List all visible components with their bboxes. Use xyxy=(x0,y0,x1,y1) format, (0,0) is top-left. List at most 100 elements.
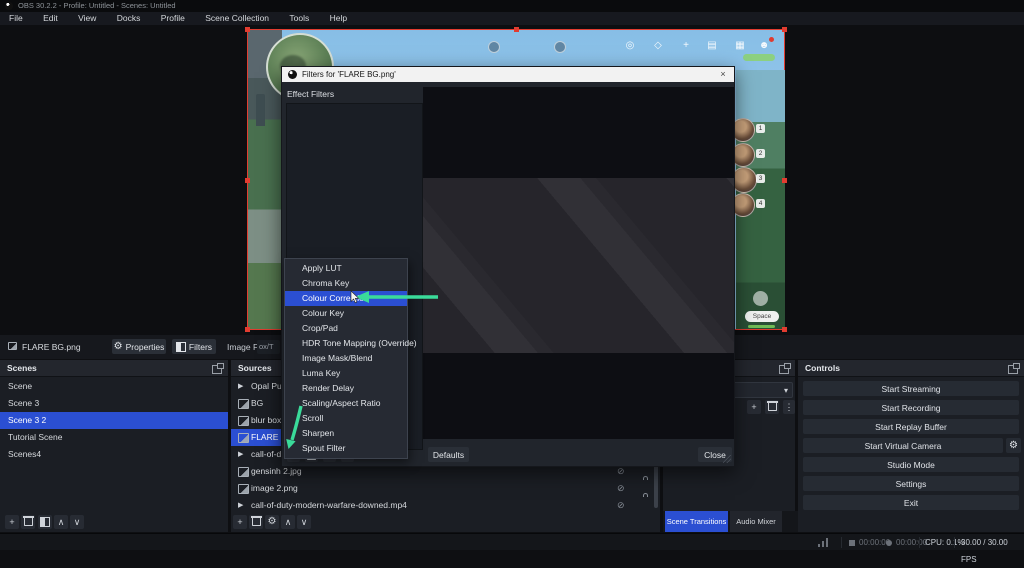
filters-button[interactable]: Filters xyxy=(172,339,216,354)
studio-mode-button[interactable]: Studio Mode xyxy=(803,457,1019,472)
filter-icon xyxy=(40,517,50,527)
menu-item-spout-filter[interactable]: Spout Filter xyxy=(285,441,407,456)
menu-item-luma-key[interactable]: Luma Key xyxy=(285,366,407,381)
image-icon xyxy=(238,399,249,409)
party-slot-number: 4 xyxy=(756,199,765,208)
menu-item-scroll[interactable]: Scroll xyxy=(285,411,407,426)
menu-item-sharpen[interactable]: Sharpen xyxy=(285,426,407,441)
visibility-off-icon[interactable]: ⊘ xyxy=(617,484,625,493)
game-currency-pill xyxy=(743,54,775,61)
menu-item-hdr-tone-mapping[interactable]: HDR Tone Mapping (Override) xyxy=(285,336,417,351)
scrollbar[interactable] xyxy=(654,460,658,508)
scene-row[interactable]: Scene 3 xyxy=(0,395,228,412)
connection-bars-icon xyxy=(818,538,830,547)
scene-row[interactable]: Scenes4 xyxy=(0,446,228,463)
menu-item-chroma-key[interactable]: Chroma Key xyxy=(285,276,407,291)
menu-item-render-delay[interactable]: Render Delay xyxy=(285,381,407,396)
source-row[interactable]: image 2.png ⊘ xyxy=(231,480,660,497)
move-source-down-button[interactable]: ∨ xyxy=(297,515,311,529)
menu-tools[interactable]: Tools xyxy=(280,12,318,25)
notification-badge xyxy=(769,37,774,42)
defaults-button[interactable]: Defaults xyxy=(428,447,469,462)
filter-icon xyxy=(175,341,186,352)
transition-menu-button[interactable]: ⋮ xyxy=(783,400,795,414)
menu-item-crop-pad[interactable]: Crop/Pad xyxy=(285,321,407,336)
fps-indicator: 30.00 / 30.00 FPS xyxy=(961,538,1008,564)
menu-file[interactable]: File xyxy=(0,12,32,25)
gear-icon: ⚙ xyxy=(1009,439,1018,451)
move-source-up-button[interactable]: ∧ xyxy=(281,515,295,529)
remove-scene-button[interactable] xyxy=(21,515,35,529)
source-row[interactable]: ▶ call-of-duty-modern-warfare-downed.mp4 … xyxy=(231,497,660,514)
scene-row-selected[interactable]: Scene 3 2 xyxy=(0,412,228,429)
tab-audio-mixer[interactable]: Audio Mixer xyxy=(730,511,782,532)
start-recording-button[interactable]: Start Recording xyxy=(803,400,1019,415)
menu-view[interactable]: View xyxy=(69,12,105,25)
resize-handle-mid-right[interactable] xyxy=(782,178,787,183)
scene-filters-button[interactable] xyxy=(38,515,52,529)
start-virtual-camera-button[interactable]: Start Virtual Camera xyxy=(803,438,1003,453)
menu-docks[interactable]: Docks xyxy=(108,12,150,25)
resize-grip[interactable] xyxy=(723,455,731,463)
menu-item-scaling-aspect-ratio[interactable]: Scaling/Aspect Ratio xyxy=(285,396,407,411)
source-properties-button[interactable]: ⚙ xyxy=(265,515,279,529)
filters-label: Filters xyxy=(188,341,213,352)
add-source-button[interactable]: + xyxy=(233,515,247,529)
exit-button[interactable]: Exit xyxy=(803,495,1019,510)
image-icon xyxy=(238,484,249,494)
dialog-titlebar[interactable]: Filters for 'FLARE BG.png' × xyxy=(282,67,734,82)
menu-edit[interactable]: Edit xyxy=(34,12,67,25)
popout-icon[interactable] xyxy=(779,363,791,374)
resize-handle-top-left[interactable] xyxy=(245,27,250,32)
inventory-icon: ▦ xyxy=(735,40,745,51)
image-icon xyxy=(238,433,249,443)
resize-handle-bottom-left[interactable] xyxy=(245,327,250,332)
properties-button[interactable]: ⚙ Properties xyxy=(112,339,166,354)
game-tower xyxy=(256,94,265,126)
scenes-header: Scenes xyxy=(0,360,228,377)
record-dot-icon xyxy=(886,540,892,546)
party-slot-number: 1 xyxy=(756,124,765,133)
popout-icon[interactable] xyxy=(1008,363,1020,374)
game-hud-icon xyxy=(554,41,566,53)
scene-row[interactable]: Tutorial Scene xyxy=(0,429,228,446)
cpu-usage: CPU: 0.1% xyxy=(925,538,965,547)
move-scene-up-button[interactable]: ∧ xyxy=(54,515,68,529)
popout-icon[interactable] xyxy=(212,363,224,374)
visibility-off-icon[interactable]: ⊘ xyxy=(617,501,625,510)
menu-item-image-mask-blend[interactable]: Image Mask/Blend xyxy=(285,351,407,366)
dialog-close-icon[interactable]: × xyxy=(716,67,730,82)
remove-source-button[interactable] xyxy=(249,515,263,529)
scene-row[interactable]: Scene xyxy=(0,378,228,395)
media-icon: ▶ xyxy=(238,502,244,509)
tab-scene-transitions[interactable]: Scene Transitions xyxy=(665,511,728,532)
menu-item-colour-correction[interactable]: Colour Correction xyxy=(285,291,407,306)
menu-help[interactable]: Help xyxy=(321,12,356,25)
start-streaming-button[interactable]: Start Streaming xyxy=(803,381,1019,396)
resize-handle-bottom-right[interactable] xyxy=(782,327,787,332)
add-scene-button[interactable]: + xyxy=(5,515,19,529)
add-filter-menu: Apply LUT Chroma Key Colour Correction C… xyxy=(284,258,417,459)
controls-dock: Controls Start Streaming Start Recording… xyxy=(798,360,1024,532)
menu-item-apply-lut[interactable]: Apply LUT xyxy=(285,261,407,276)
resize-handle-top-right[interactable] xyxy=(782,27,787,32)
move-scene-down-button[interactable]: ∨ xyxy=(70,515,84,529)
compass-icon: ◎ xyxy=(625,40,635,51)
resize-handle-mid-left[interactable] xyxy=(245,178,250,183)
resize-handle-top-center[interactable] xyxy=(514,27,519,32)
remove-transition-button[interactable] xyxy=(765,400,779,414)
window-title: OBS 30.2.2 - Profile: Untitled - Scenes:… xyxy=(18,1,176,10)
scene-label: Scenes4 xyxy=(8,449,42,459)
menu-profile[interactable]: Profile xyxy=(152,12,194,25)
media-icon: ▶ xyxy=(238,383,244,390)
settings-button[interactable]: Settings xyxy=(803,476,1019,491)
menu-item-colour-key[interactable]: Colour Key xyxy=(285,306,407,321)
add-transition-button[interactable]: + xyxy=(747,400,761,414)
start-replay-buffer-button[interactable]: Start Replay Buffer xyxy=(803,419,1019,434)
virtual-camera-settings-button[interactable]: ⚙ xyxy=(1006,438,1021,453)
visibility-off-icon[interactable]: ⊘ xyxy=(617,467,625,476)
menu-scene-collection[interactable]: Scene Collection xyxy=(196,12,278,25)
status-bar: 00:00:00 00:00:00 CPU: 0.1% 30.00 / 30.0… xyxy=(0,533,1024,564)
image-icon xyxy=(238,416,249,426)
obs-logo-icon xyxy=(5,2,13,10)
